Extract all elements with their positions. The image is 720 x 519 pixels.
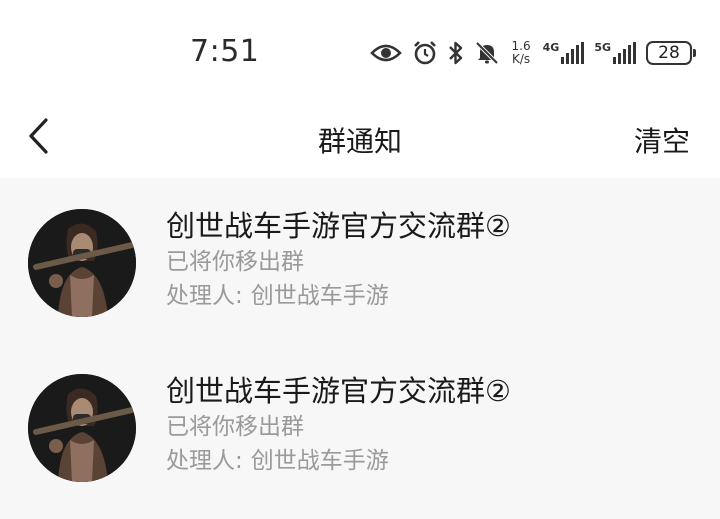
nav-bar: 群通知 清空 (0, 100, 720, 176)
network-speed-unit: K/s (511, 52, 531, 66)
network-speed: 1.6 K/s (512, 40, 531, 66)
notification-texts: 创世战车手游官方交流群② 已将你移出群 处理人: 创世战车手游 (166, 373, 511, 477)
notification-action: 已将你移出群 (166, 249, 304, 275)
group-name: 创世战车手游官方交流群② (166, 209, 511, 243)
group-avatar[interactable] (28, 374, 136, 482)
clear-button[interactable]: 清空 (634, 120, 690, 160)
sim2-signal-icon: 5G (594, 42, 636, 64)
battery-level: 28 (658, 43, 680, 63)
notification-list: 创世战车手游官方交流群② 已将你移出群 处理人: 创世战车手游 创世战车手游官方交… (0, 178, 720, 519)
group-name: 创世战车手游官方交流群② (166, 374, 511, 408)
notification-action: 已将你移出群 (166, 414, 304, 440)
notification-item[interactable]: 创世战车手游官方交流群② 已将你移出群 处理人: 创世战车手游 (0, 343, 720, 508)
group-avatar[interactable] (28, 209, 136, 317)
sim1-label: 4G (542, 41, 560, 54)
handler-name[interactable]: 创世战车手游 (251, 448, 389, 474)
sim1-signal-icon: 4G (543, 42, 585, 64)
handler-line: 处理人: 创世战车手游 (166, 445, 511, 477)
handler-label: 处理人: (166, 448, 243, 474)
handler-label: 处理人: (166, 283, 243, 309)
page-title: 群通知 (317, 125, 402, 158)
sim2-label: 5G (594, 41, 611, 54)
handler-line: 处理人: 创世战车手游 (166, 280, 511, 312)
mute-bell-icon (474, 40, 500, 66)
status-time: 7:51 (190, 34, 260, 69)
notification-texts: 创世战车手游官方交流群② 已将你移出群 处理人: 创世战车手游 (166, 208, 511, 312)
notification-item[interactable]: 创世战车手游官方交流群② 已将你移出群 处理人: 创世战车手游 (0, 178, 720, 343)
bluetooth-icon (448, 40, 464, 66)
eye-icon (369, 42, 402, 64)
status-icons: 1.6 K/s 4G 5G 28 (369, 36, 696, 70)
alarm-icon (412, 40, 438, 66)
handler-name[interactable]: 创世战车手游 (251, 283, 389, 309)
status-bar: 7:51 1.6 K/s 4G 5G 28 (0, 0, 720, 100)
battery-icon: 28 (646, 41, 696, 65)
